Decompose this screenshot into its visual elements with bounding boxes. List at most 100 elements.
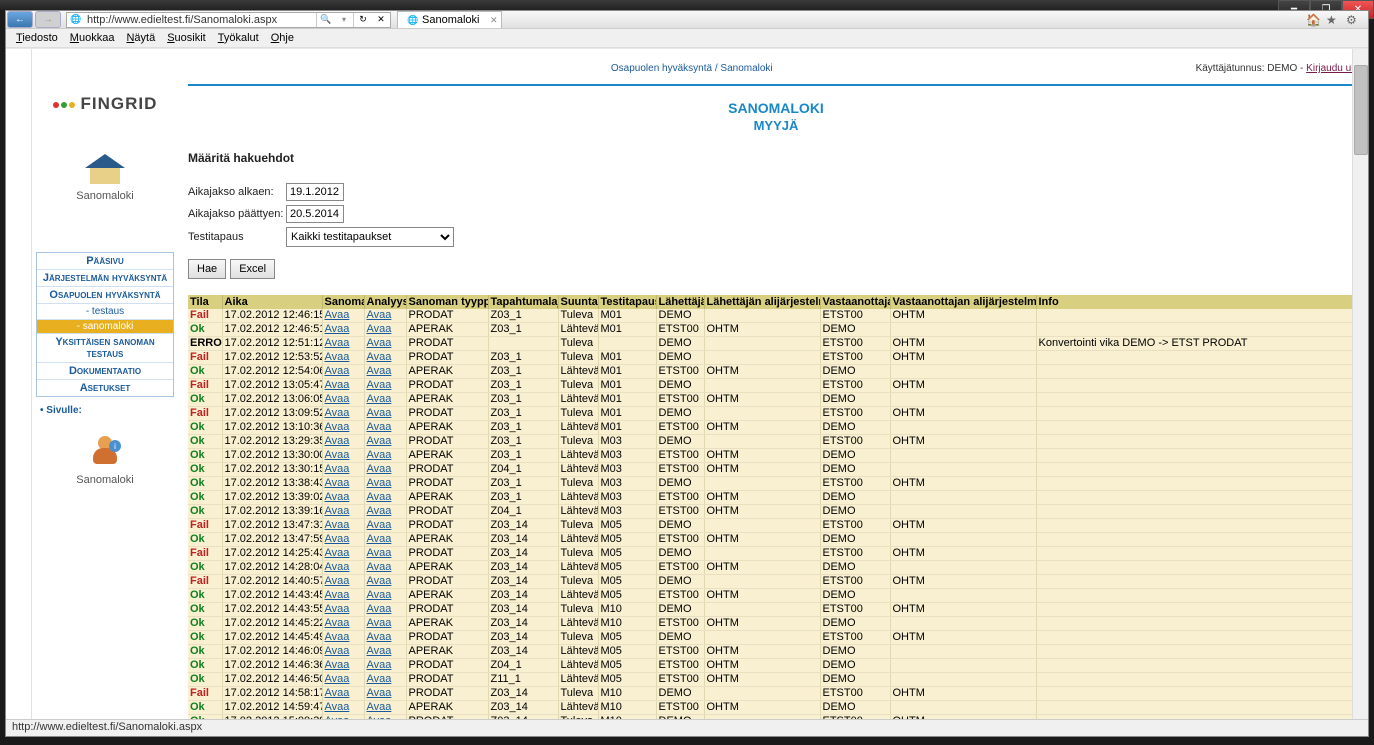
scrollbar-thumb[interactable] [1354,65,1368,155]
open-link[interactable]: Avaa [367,309,392,321]
open-link[interactable]: Avaa [325,393,350,405]
open-link[interactable]: Avaa [367,351,392,363]
open-link[interactable]: Avaa [367,323,392,335]
open-link[interactable]: Avaa [367,589,392,601]
nav-item[interactable]: Osapuolen hyväksyntä [37,287,173,304]
open-link[interactable]: Avaa [367,393,392,405]
open-link[interactable]: Avaa [367,477,392,489]
cell-vasj [890,659,1036,673]
open-link[interactable]: Avaa [325,533,350,545]
open-link[interactable]: Avaa [367,659,392,671]
open-link[interactable]: Avaa [325,491,350,503]
open-link[interactable]: Avaa [325,421,350,433]
open-link[interactable]: Avaa [325,365,350,377]
open-link[interactable]: Avaa [325,309,350,321]
open-link[interactable]: Avaa [325,505,350,517]
cell-tila: Ok [188,659,222,673]
open-link[interactable]: Avaa [325,449,350,461]
menu-item[interactable]: Tiedosto [10,30,64,46]
stop-icon[interactable]: ✕ [374,13,388,27]
open-link[interactable]: Avaa [325,547,350,559]
cell-vasj [890,589,1036,603]
menu-item[interactable]: Työkalut [212,30,265,46]
open-link[interactable]: Avaa [367,365,392,377]
open-link[interactable]: Avaa [367,533,392,545]
open-link[interactable]: Avaa [367,673,392,685]
open-link[interactable]: Avaa [325,687,350,699]
browser-tab[interactable]: 🌐 Sanomaloki ✕ [397,11,502,28]
open-link[interactable]: Avaa [367,491,392,503]
open-link[interactable]: Avaa [325,575,350,587]
open-link[interactable]: Avaa [325,477,350,489]
open-link[interactable]: Avaa [325,603,350,615]
open-link[interactable]: Avaa [367,617,392,629]
nav-item[interactable]: Dokumentaatio [37,363,173,380]
nav-item[interactable]: Järjestelmän hyväksyntä [37,270,173,287]
open-link[interactable]: Avaa [367,561,392,573]
open-link[interactable]: Avaa [367,645,392,657]
open-link[interactable]: Avaa [367,687,392,699]
vertical-scrollbar[interactable] [1352,49,1368,719]
nav-item[interactable]: - sanomaloki [37,320,173,334]
favorites-icon[interactable]: ★ [1326,13,1340,27]
menu-item[interactable]: Suosikit [161,30,212,46]
open-link[interactable]: Avaa [325,463,350,475]
open-link[interactable]: Avaa [325,407,350,419]
open-link[interactable]: Avaa [367,337,392,349]
nav-back-button[interactable]: ← [7,11,33,28]
search-icon[interactable]: 🔍 [319,13,333,27]
to-date-input[interactable] [286,205,344,223]
cell-styp: PRODAT [406,519,488,533]
open-link[interactable]: Avaa [325,379,350,391]
home-icon[interactable]: 🏠 [1306,13,1320,27]
open-link[interactable]: Avaa [325,519,350,531]
testcase-select[interactable]: Kaikki testitapaukset [286,227,454,247]
nav-item[interactable]: - testaus [37,304,173,320]
nav-item[interactable]: Yksittäisen sanoman testaus [37,334,173,363]
breadcrumb-parent[interactable]: Osapuolen hyväksyntä [611,63,712,74]
open-link[interactable]: Avaa [325,351,350,363]
open-link[interactable]: Avaa [367,435,392,447]
open-link[interactable]: Avaa [325,701,350,713]
open-link[interactable]: Avaa [325,323,350,335]
nav-item[interactable]: Pääsivu [37,253,173,270]
open-link[interactable]: Avaa [367,701,392,713]
cell-aika: 17.02.2012 14:28:04 [222,561,322,575]
search-button[interactable]: Hae [188,259,226,279]
excel-button[interactable]: Excel [230,259,275,279]
open-link[interactable]: Avaa [367,603,392,615]
open-link[interactable]: Avaa [325,337,350,349]
refresh-icon[interactable]: ↻ [356,13,370,27]
open-link[interactable]: Avaa [367,379,392,391]
open-link[interactable]: Avaa [367,449,392,461]
cell-aika: 17.02.2012 13:06:05 [222,393,322,407]
open-link[interactable]: Avaa [325,645,350,657]
open-link[interactable]: Avaa [367,631,392,643]
open-link[interactable]: Avaa [367,505,392,517]
nav-forward-button[interactable]: → [35,11,61,28]
tab-close-icon[interactable]: ✕ [490,15,498,26]
open-link[interactable]: Avaa [367,575,392,587]
menu-item[interactable]: Ohje [265,30,300,46]
table-column-header: Info [1036,295,1364,309]
from-date-input[interactable] [286,183,344,201]
cell-vasj [890,463,1036,477]
menu-item[interactable]: Näytä [120,30,161,46]
address-bar[interactable]: 🌐 http://www.edieltest.fi/Sanomaloki.asp… [66,12,391,28]
open-link[interactable]: Avaa [367,421,392,433]
open-link[interactable]: Avaa [325,617,350,629]
open-link[interactable]: Avaa [325,589,350,601]
open-link[interactable]: Avaa [367,463,392,475]
nav-item[interactable]: Asetukset [37,380,173,396]
menu-item[interactable]: Muokkaa [64,30,121,46]
open-link[interactable]: Avaa [325,631,350,643]
open-link[interactable]: Avaa [325,673,350,685]
open-link[interactable]: Avaa [325,561,350,573]
cell-tap: Z03_14 [488,547,558,561]
open-link[interactable]: Avaa [367,407,392,419]
tools-gear-icon[interactable]: ⚙ [1346,13,1360,27]
open-link[interactable]: Avaa [325,659,350,671]
open-link[interactable]: Avaa [367,519,392,531]
open-link[interactable]: Avaa [367,547,392,559]
open-link[interactable]: Avaa [325,435,350,447]
